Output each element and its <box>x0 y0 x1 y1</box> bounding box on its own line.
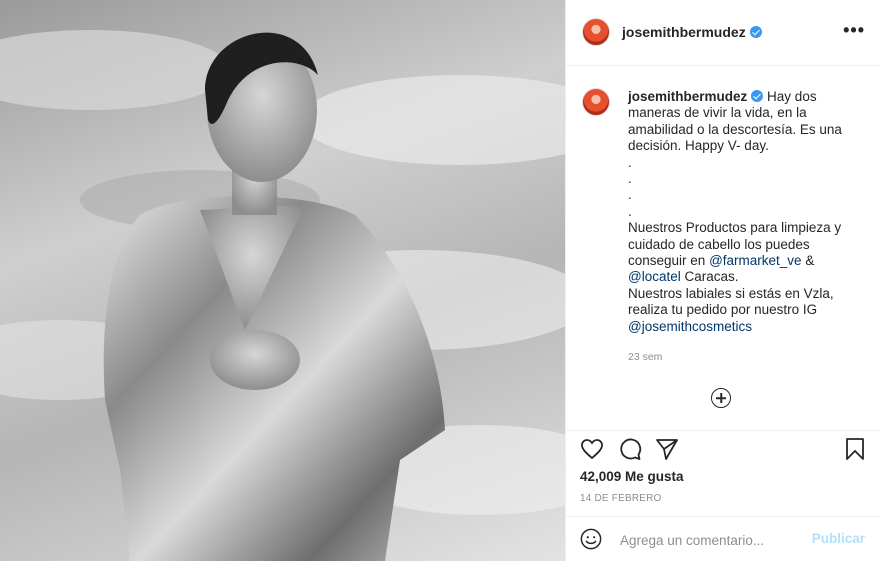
caption-line: realiza tu pedido por nuestro IG <box>628 302 818 318</box>
avatar[interactable] <box>582 18 610 46</box>
comment-bar: Publicar <box>566 516 880 561</box>
caption-line: Hay dos <box>767 89 817 104</box>
comment-input[interactable] <box>618 529 812 551</box>
plus-circle-icon[interactable] <box>711 388 731 408</box>
mention-link-josemithcosmetics[interactable]: @josemithcosmetics <box>628 319 752 334</box>
action-bar: 42,009 Me gusta 14 DE FEBRERO <box>566 430 880 516</box>
caption-avatar[interactable] <box>582 88 610 116</box>
verified-badge-icon <box>749 26 762 38</box>
caption-text: josemithbermudez Hay dos maneras de vivi… <box>628 89 858 335</box>
emoji-icon[interactable] <box>580 528 602 550</box>
more-options-icon[interactable]: ••• <box>843 20 865 41</box>
caption-line: & <box>805 253 815 269</box>
caption-line: decisión. Happy V- day. <box>628 138 769 154</box>
caption-line: maneras de vivir la vida, en la <box>628 105 807 121</box>
post-side-panel: josemithbermudez ••• josemithbermudez Ha… <box>565 0 880 561</box>
caption-line: cuidado de cabello los puedes <box>628 236 810 252</box>
post-photo-graphic <box>0 30 565 561</box>
post-date[interactable]: 14 DE FEBRERO <box>580 493 662 504</box>
username-text[interactable]: josemithbermudez <box>622 24 746 40</box>
mention-link-locatel[interactable]: @locatel <box>628 269 681 284</box>
caption-username[interactable]: josemithbermudez <box>628 89 747 104</box>
mention-link-farmarket[interactable]: @farmarket_ve <box>709 253 801 268</box>
caption-line: . <box>628 171 632 187</box>
caption-timestamp[interactable]: 23 sem <box>628 351 662 363</box>
verified-badge-icon <box>751 90 764 102</box>
heart-icon[interactable] <box>580 437 604 461</box>
share-icon[interactable] <box>655 437 679 461</box>
header-username[interactable]: josemithbermudez <box>622 24 762 40</box>
caption-section: josemithbermudez Hay dos maneras de vivi… <box>566 66 880 430</box>
caption-line: . <box>628 187 632 203</box>
publish-button[interactable]: Publicar <box>812 531 865 546</box>
caption-line: conseguir en <box>628 253 706 269</box>
caption-line: Caracas. <box>684 269 739 285</box>
comment-icon[interactable] <box>618 437 642 461</box>
caption-line: amabilidad o la descortesía. Es una <box>628 121 842 137</box>
post-header: josemithbermudez ••• <box>566 0 880 66</box>
likes-count[interactable]: 42,009 Me gusta <box>580 469 684 484</box>
caption-line: . <box>628 203 632 219</box>
caption-line: Nuestros Productos para limpieza y <box>628 220 842 236</box>
bookmark-icon[interactable] <box>843 437 867 461</box>
post-image[interactable] <box>0 0 565 561</box>
caption-line: Nuestros labiales si estás en Vzla, <box>628 285 834 301</box>
caption-line: . <box>628 154 632 170</box>
